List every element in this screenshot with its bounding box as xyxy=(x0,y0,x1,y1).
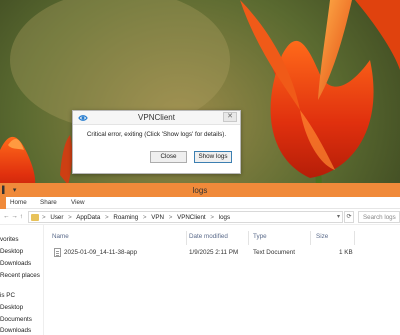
nav-item-documents[interactable]: Documents xyxy=(0,316,32,323)
dialog-message: Critical error, exiting (Click 'Show log… xyxy=(86,131,227,138)
column-divider[interactable] xyxy=(354,231,355,245)
file-date: 1/9/2025 2:11 PM xyxy=(189,249,239,256)
ribbon: Home Share View xyxy=(0,197,400,209)
column-headers: Name Date modified Type Size xyxy=(52,233,400,245)
tab-home[interactable]: Home xyxy=(10,199,27,206)
crumb-vpnclient[interactable]: VPNClient xyxy=(177,214,206,221)
nav-item-recent-places[interactable]: Recent places xyxy=(0,272,40,279)
tab-file[interactable] xyxy=(0,197,6,209)
file-name: 2025-01-09_14-11-38-app xyxy=(64,249,138,256)
close-button[interactable]: Close xyxy=(150,151,187,163)
crumb-appdata[interactable]: AppData xyxy=(76,214,100,221)
crumb-roaming[interactable]: Roaming xyxy=(113,214,138,221)
dialog-title: VPNClient xyxy=(138,113,175,122)
show-logs-button[interactable]: Show logs xyxy=(194,151,232,163)
nav-item-this-pc[interactable]: is PC xyxy=(0,292,15,299)
search-input[interactable]: Search logs xyxy=(358,211,400,223)
tab-share[interactable]: Share xyxy=(40,199,57,206)
nav-item-desktop[interactable]: Desktop xyxy=(0,248,23,255)
nav-item-downloads[interactable]: Downloads xyxy=(0,260,31,267)
address-row: ← → ↑ > User > AppData > Roaming > VPN >… xyxy=(0,209,400,225)
nav-buttons[interactable]: ← → ↑ xyxy=(3,213,23,220)
chevron-down-icon[interactable]: ▾ xyxy=(337,213,340,220)
crumb-vpn[interactable]: VPN xyxy=(151,214,164,221)
column-divider[interactable] xyxy=(248,231,249,245)
folder-icon xyxy=(31,214,39,221)
file-size: 1 KB xyxy=(339,249,353,256)
vpnclient-dialog: VPNClient ✕ Critical error, exiting (Cli… xyxy=(72,110,241,174)
nav-item-pc-desktop[interactable]: Desktop xyxy=(0,304,23,311)
column-header-size[interactable]: Size xyxy=(316,233,328,240)
nav-item-favorites[interactable]: vorites xyxy=(0,236,19,243)
explorer-title: logs xyxy=(192,186,208,195)
file-explorer-window: ▌ ▾ logs Home Share View ← → ↑ > User > … xyxy=(0,183,400,335)
nav-item-pc-downloads[interactable]: Downloads xyxy=(0,327,31,334)
column-header-name[interactable]: Name xyxy=(52,233,69,240)
crumb-user[interactable]: User xyxy=(50,214,63,221)
column-divider[interactable] xyxy=(186,231,187,245)
text-file-icon xyxy=(54,248,61,257)
crumb-logs[interactable]: logs xyxy=(219,214,230,221)
dialog-close-icon[interactable]: ✕ xyxy=(223,112,237,122)
address-bar[interactable]: > User > AppData > Roaming > VPN > VPNCl… xyxy=(28,211,343,223)
explorer-titlebar[interactable]: ▌ ▾ logs xyxy=(0,183,400,197)
navigation-pane: vorites Desktop Downloads Recent places … xyxy=(0,225,44,335)
file-type: Text Document xyxy=(253,249,295,256)
column-header-type[interactable]: Type xyxy=(253,233,267,240)
table-row[interactable]: 2025-01-09_14-11-38-app 1/9/2025 2:11 PM… xyxy=(52,247,400,259)
breadcrumb: > User > AppData > Roaming > VPN > VPNCl… xyxy=(42,214,231,221)
search-placeholder: Search logs xyxy=(363,214,396,221)
tab-view[interactable]: View xyxy=(71,199,85,206)
explorer-body: vorites Desktop Downloads Recent places … xyxy=(0,225,400,335)
column-header-date[interactable]: Date modified xyxy=(189,233,228,240)
refresh-icon[interactable]: ⟳ xyxy=(344,211,354,223)
column-divider[interactable] xyxy=(310,231,311,245)
dialog-titlebar[interactable]: VPNClient ✕ xyxy=(73,111,240,125)
